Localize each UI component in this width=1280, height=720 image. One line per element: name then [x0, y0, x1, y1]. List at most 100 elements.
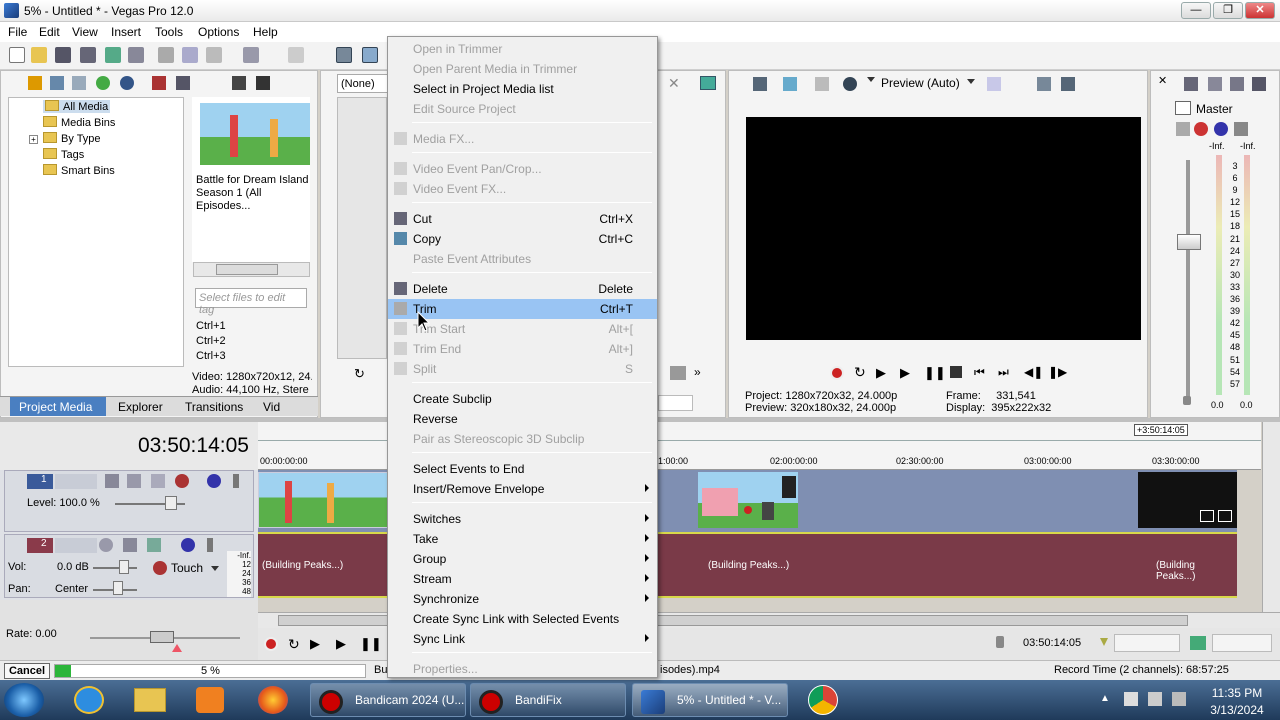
context-menu-item-cut[interactable]: Cut Ctrl+X	[388, 209, 657, 229]
menu-view[interactable]: View	[72, 25, 98, 39]
tab-explorer[interactable]: Explorer	[118, 400, 163, 414]
menu-help[interactable]: Help	[253, 25, 278, 39]
dim-icon[interactable]	[1208, 77, 1222, 91]
maximize-button[interactable]: ❐	[1213, 2, 1243, 19]
play-from-start-icon[interactable]: ▶	[876, 365, 886, 381]
tag-input[interactable]: Select files to edit tag	[195, 288, 307, 316]
ie-icon[interactable]	[74, 686, 104, 714]
taskbar-bandifix[interactable]: BandiFix	[470, 683, 626, 717]
paste-icon[interactable]	[206, 47, 222, 63]
trimmer-timecode-field[interactable]	[658, 395, 693, 411]
chrome-icon[interactable]	[808, 685, 838, 715]
play-icon[interactable]: ▶	[336, 636, 346, 652]
remove-icon[interactable]	[152, 76, 166, 90]
automation-icon[interactable]	[1234, 122, 1248, 136]
stop-icon[interactable]	[950, 366, 962, 378]
next-frame-icon[interactable]: ❚▶	[1048, 365, 1067, 379]
menu-tools[interactable]: Tools	[155, 25, 183, 39]
redo-icon[interactable]	[288, 47, 304, 63]
level-slider-handle[interactable]	[165, 496, 177, 510]
properties-icon[interactable]	[128, 47, 144, 63]
chevron-down-icon[interactable]	[211, 566, 219, 571]
mute-master-icon[interactable]	[1252, 77, 1266, 91]
master-monitor-icon[interactable]	[1175, 101, 1191, 115]
next-icon[interactable]: »	[694, 365, 701, 379]
copy-snapshot-icon[interactable]	[1037, 77, 1051, 91]
downmix-icon[interactable]	[1184, 77, 1198, 91]
media-hscrollbar[interactable]	[193, 262, 310, 277]
tree-all-media[interactable]: All Media	[43, 100, 111, 113]
pause-icon[interactable]: ❚❚	[360, 636, 382, 652]
expand-icon[interactable]: +	[29, 135, 38, 144]
tab-project-media[interactable]: Project Media	[10, 397, 106, 416]
tab-video-fx[interactable]: Vid	[263, 400, 280, 414]
import-media-icon[interactable]	[28, 76, 42, 90]
envelope-tool-icon[interactable]	[362, 47, 378, 63]
play-media-icon[interactable]	[232, 76, 246, 90]
track-fx-icon[interactable]	[147, 538, 161, 552]
chevron-down-icon[interactable]	[967, 79, 975, 84]
context-menu-item-create-subclip[interactable]: Create Subclip	[388, 389, 657, 409]
menu-edit[interactable]: Edit	[39, 25, 60, 39]
undo-icon[interactable]	[243, 47, 259, 63]
close-icon[interactable]: ✕	[668, 76, 682, 90]
track-name-field[interactable]	[55, 538, 97, 553]
context-menu-item-reverse[interactable]: Reverse	[388, 409, 657, 429]
context-menu-item-select-events-to-end[interactable]: Select Events to End	[388, 459, 657, 479]
capture-icon[interactable]	[50, 76, 64, 90]
context-menu-item-take[interactable]: Take	[388, 529, 657, 549]
close-icon[interactable]: ✕	[1158, 74, 1167, 87]
get-media-icon[interactable]	[72, 76, 86, 90]
compositing-mode-icon[interactable]	[105, 474, 119, 488]
go-to-start-icon[interactable]: ⏮	[974, 365, 985, 380]
bypass-icon[interactable]	[1214, 122, 1228, 136]
clock-time[interactable]: 11:35 PM	[1202, 686, 1272, 700]
fx-gear-icon[interactable]	[1194, 122, 1208, 136]
video-event[interactable]	[698, 472, 798, 528]
stop-media-icon[interactable]	[256, 76, 270, 90]
tree-tags[interactable]: Tags	[43, 148, 84, 161]
previous-frame-icon[interactable]: ◀❚	[1024, 365, 1043, 379]
menu-insert[interactable]: Insert	[111, 25, 141, 39]
normal-edit-tool-icon[interactable]	[336, 47, 352, 63]
pause-icon[interactable]: ❚❚	[924, 365, 946, 381]
arm-record-icon[interactable]	[99, 538, 113, 552]
refresh-icon[interactable]	[96, 76, 110, 90]
save-icon[interactable]	[55, 47, 71, 63]
loop-playback-icon[interactable]: ↻	[288, 636, 300, 653]
context-menu-item-stream[interactable]: Stream	[388, 569, 657, 589]
context-menu-item-insert-remove-envelope[interactable]: Insert/Remove Envelope	[388, 479, 657, 499]
timeline-vscrollbar[interactable]	[1262, 422, 1280, 612]
insert-fx-icon[interactable]	[1176, 122, 1190, 136]
video-event[interactable]	[258, 472, 388, 528]
rate-slider-handle[interactable]	[150, 631, 174, 643]
save-snapshot-icon[interactable]	[1061, 77, 1075, 91]
context-menu-item-delete[interactable]: Delete Delete	[388, 279, 657, 299]
action-center-icon[interactable]	[1124, 692, 1138, 706]
save-as-icon[interactable]	[80, 47, 96, 63]
search-icon[interactable]	[120, 76, 134, 90]
vol-slider-handle[interactable]	[119, 560, 129, 574]
minimize-button[interactable]: —	[1181, 2, 1211, 19]
tree-smart-bins[interactable]: Smart Bins	[43, 164, 115, 177]
solo-icon[interactable]	[207, 538, 213, 552]
menu-file[interactable]: File	[8, 25, 27, 39]
marker-icon[interactable]	[996, 636, 1004, 648]
copy-icon[interactable]	[182, 47, 198, 63]
trimmer-play-icon[interactable]	[670, 366, 686, 380]
invert-phase-icon[interactable]	[123, 538, 137, 552]
record-icon[interactable]	[264, 637, 278, 651]
event-fx-icon[interactable]	[1218, 510, 1232, 522]
tray-expand-icon[interactable]: ▲	[1100, 693, 1110, 704]
mute-icon[interactable]	[181, 538, 195, 552]
scroll-thumb[interactable]	[216, 264, 278, 275]
event-pan-crop-icon[interactable]	[1200, 510, 1214, 522]
audio-track-header[interactable]: 2 Vol: 0.0 dB Touch Pan: Center -Inf. 12…	[4, 534, 254, 598]
fx-gear-icon[interactable]	[175, 474, 189, 488]
context-menu-item-switches[interactable]: Switches	[388, 509, 657, 529]
go-to-end-icon[interactable]: ⏭	[998, 365, 1009, 380]
new-icon[interactable]	[9, 47, 25, 63]
media-fx-icon[interactable]	[176, 76, 190, 90]
open-icon[interactable]	[31, 47, 47, 63]
context-menu-item-sync-link[interactable]: Sync Link	[388, 629, 657, 649]
